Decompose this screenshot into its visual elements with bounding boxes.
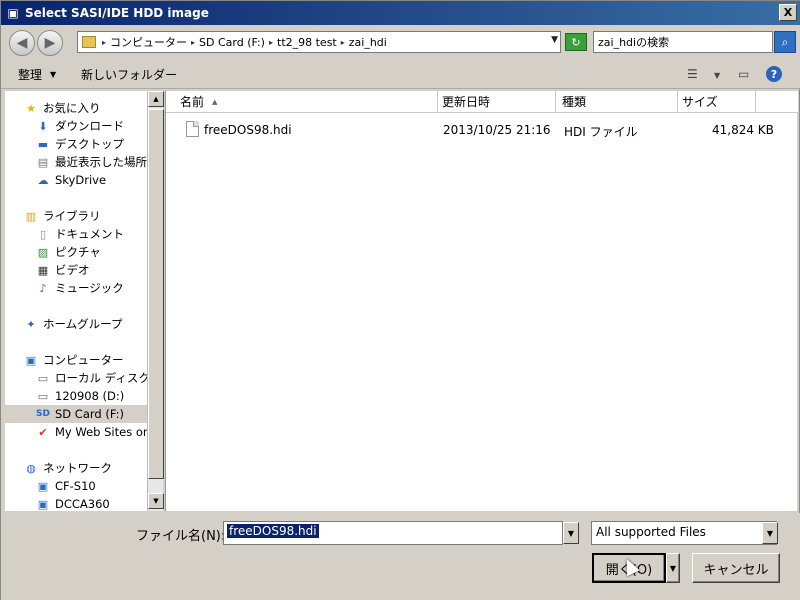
search-placeholder: zai_hdiの検索	[598, 36, 670, 49]
sidebar-item-documents[interactable]: ▯ ドキュメント	[35, 225, 124, 243]
drive-icon: ▭	[37, 389, 49, 403]
column-header-modified[interactable]: 更新日時	[438, 91, 556, 113]
chevron-down-icon[interactable]: ▼	[714, 71, 720, 80]
search-input[interactable]: zai_hdiの検索	[593, 31, 773, 53]
sidebar-item-videos[interactable]: ▦ ビデオ	[35, 261, 90, 279]
sidebar-item-downloads[interactable]: ⬇ ダウンロード	[35, 117, 124, 135]
network-icon: ◍	[26, 461, 36, 475]
breadcrumb-computer[interactable]: コンピューター	[110, 34, 187, 50]
sort-ascending-icon: ▲	[212, 97, 218, 106]
download-icon: ⬇	[38, 119, 48, 133]
refresh-icon[interactable]: ↻	[565, 33, 587, 51]
picture-icon: ▨	[37, 245, 49, 259]
file-modified: 2013/10/25 21:16	[443, 123, 551, 137]
drive-icon: ▭	[37, 371, 49, 385]
sidebar-item-favorites[interactable]: ★ お気に入り	[23, 99, 100, 117]
file-name: freeDOS98.hdi	[204, 123, 292, 137]
file-list: 名前 ▲ 更新日時 種類 サイズ freeDOS98.hdi 2013/10/25…	[165, 91, 798, 511]
navigation-pane: ★ お気に入り ⬇ ダウンロード ▬ デスクトップ ▤ 最近表示した場所 ☁ SkyDri…	[5, 91, 147, 511]
sidebar-item-desktop[interactable]: ▬ デスクトップ	[35, 135, 124, 153]
search-icon[interactable]: ⌕	[774, 31, 796, 53]
breadcrumb-sd-card[interactable]: SD Card (F:)	[199, 36, 265, 49]
star-icon: ★	[26, 101, 36, 115]
chevron-down-icon[interactable]: ▼	[563, 522, 579, 544]
breadcrumb-zai-hdi[interactable]: zai_hdi	[349, 36, 387, 49]
file-icon	[186, 121, 199, 137]
view-options-icon[interactable]: ☰	[687, 67, 698, 81]
sidebar-item-sd-card[interactable]: SD SD Card (F:)	[5, 405, 147, 423]
desktop-icon: ▬	[37, 137, 49, 151]
sidebar-item-pictures[interactable]: ▨ ピクチャ	[35, 243, 101, 261]
chevron-down-icon[interactable]: ▼	[551, 35, 558, 45]
sidebar-item-network[interactable]: ◍ ネットワーク	[23, 459, 112, 477]
video-icon: ▦	[37, 263, 49, 277]
organize-button[interactable]: 整理 ▼	[18, 66, 56, 83]
breadcrumb-tt2-98[interactable]: tt2_98 test	[277, 36, 337, 49]
filter-value: All supported Files	[596, 525, 706, 539]
address-bar[interactable]: ▸ コンピューター ▸ SD Card (F:) ▸ tt2_98 test ▸…	[77, 31, 561, 53]
column-header-type[interactable]: 種類	[556, 91, 678, 113]
navigation-bar: ◀ ▶ ▸ コンピューター ▸ SD Card (F:) ▸ tt2_98 te…	[1, 25, 800, 59]
sidebar-item-skydrive[interactable]: ☁ SkyDrive	[35, 171, 107, 189]
computer-icon: ▣	[37, 479, 49, 493]
folder-icon	[82, 36, 96, 48]
filename-label: ファイル名(N):	[136, 529, 226, 544]
scroll-thumb[interactable]	[148, 109, 164, 479]
sidebar-item-120908[interactable]: ▭ 120908 (D:)	[35, 387, 124, 405]
dialog-footer: ファイル名(N): freeDOS98.hdi ▼ All supported …	[1, 513, 800, 600]
table-row[interactable]: freeDOS98.hdi 2013/10/25 21:16 HDI ファイル …	[166, 119, 798, 141]
sidebar-item-cf-s10[interactable]: ▣ CF-S10	[35, 477, 96, 495]
document-icon: ▯	[39, 227, 47, 241]
filename-value: freeDOS98.hdi	[227, 524, 319, 538]
music-icon: ♪	[39, 281, 47, 295]
open-options-dropdown[interactable]: ▼	[666, 553, 680, 583]
recent-places-icon: ▤	[37, 155, 49, 169]
sidebar-item-dcca360[interactable]: ▣ DCCA360	[35, 495, 110, 511]
scroll-up-icon[interactable]: ▲	[148, 91, 164, 107]
sd-card-icon: SD	[36, 409, 50, 419]
app-icon: ▣	[7, 6, 19, 20]
web-sites-icon: ✔	[38, 425, 48, 439]
sidebar-item-my-web-sites[interactable]: ✔ My Web Sites on	[35, 423, 147, 441]
back-arrow-icon[interactable]: ◀	[9, 30, 35, 56]
organize-label: 整理	[18, 68, 43, 82]
preview-pane-icon[interactable]: ▭	[738, 67, 749, 81]
column-header-size[interactable]: サイズ	[678, 91, 756, 113]
sidebar-item-homegroup[interactable]: ✦ ホームグループ	[23, 315, 122, 333]
file-type: HDI ファイル	[564, 125, 638, 139]
sidebar-item-music[interactable]: ♪ ミュージック	[35, 279, 123, 297]
filename-input[interactable]: freeDOS98.hdi	[223, 521, 563, 545]
sidebar-item-local-disk[interactable]: ▭ローカル ディスク (C	[35, 369, 147, 387]
cancel-button[interactable]: キャンセル	[692, 553, 780, 583]
sidebar-item-computer[interactable]: ▣ コンピューター	[23, 351, 124, 369]
navigation-scrollbar[interactable]: ▲ ▼	[147, 91, 164, 511]
file-open-dialog: ▣ Select SASI/IDE HDD image X ◀ ▶ ▸ コンピュ…	[0, 0, 800, 600]
command-bar: 整理 ▼ 新しいフォルダー ☰ ▼ ▭ ?	[1, 59, 800, 89]
file-size: 41,824 KB	[712, 123, 774, 137]
file-type-filter[interactable]: All supported Files	[591, 521, 777, 545]
title-bar[interactable]: ▣ Select SASI/IDE HDD image X	[1, 1, 800, 25]
forward-arrow-icon[interactable]: ▶	[37, 30, 63, 56]
close-button[interactable]: X	[779, 4, 797, 21]
scroll-down-icon[interactable]: ▼	[148, 493, 164, 509]
sidebar-item-recent-places[interactable]: ▤ 最近表示した場所	[35, 153, 147, 171]
cloud-icon: ☁	[37, 173, 49, 187]
window-title: Select SASI/IDE HDD image	[25, 6, 209, 20]
column-header-spacer	[756, 91, 798, 113]
sidebar-item-libraries[interactable]: ▥ ライブラリ	[23, 207, 101, 225]
computer-icon: ▣	[25, 353, 37, 367]
column-header-name[interactable]: 名前 ▲	[166, 91, 438, 113]
library-icon: ▥	[25, 209, 37, 223]
computer-icon: ▣	[37, 497, 49, 511]
new-folder-label: 新しいフォルダー	[81, 68, 178, 82]
chevron-down-icon[interactable]: ▼	[762, 522, 778, 544]
help-icon[interactable]: ?	[766, 66, 782, 82]
new-folder-button[interactable]: 新しいフォルダー	[81, 66, 177, 83]
homegroup-icon: ✦	[26, 317, 36, 331]
chevron-down-icon: ▼	[50, 70, 57, 79]
